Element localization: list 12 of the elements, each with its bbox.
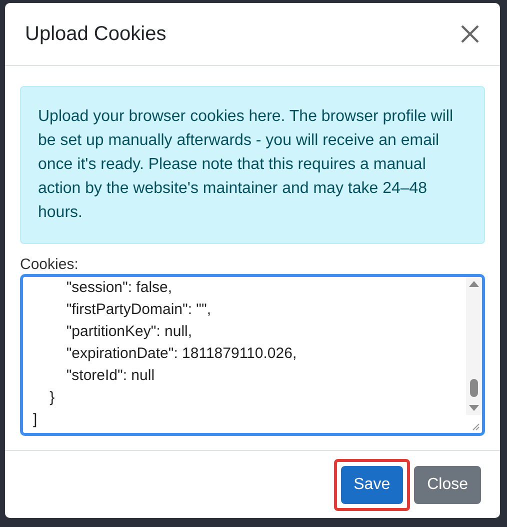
scroll-up-icon[interactable] bbox=[469, 281, 479, 287]
cookies-field[interactable]: "session": false, "firstPartyDomain": "", "partitionKey": null, "expirationDate": 1811879110.026, "storeId": null } ] bbox=[20, 274, 485, 436]
resize-grip-icon[interactable] bbox=[470, 421, 480, 431]
scrollbar[interactable] bbox=[466, 277, 482, 415]
close-icon[interactable] bbox=[460, 24, 480, 44]
dialog-title: Upload Cookies bbox=[25, 22, 166, 47]
info-alert: Upload your browser cookies here. The browser profile will be set up manually afterwards - you will receive an email once it's ready. Please note that this requires a manual action by the website's maintainer and may take 24–48 hours. bbox=[20, 86, 485, 244]
scrollbar-thumb[interactable] bbox=[470, 379, 478, 397]
save-button[interactable]: Save bbox=[340, 466, 404, 504]
close-button[interactable]: Close bbox=[414, 466, 481, 504]
scroll-down-icon[interactable] bbox=[469, 405, 479, 411]
field-label: Cookies: bbox=[20, 256, 80, 274]
